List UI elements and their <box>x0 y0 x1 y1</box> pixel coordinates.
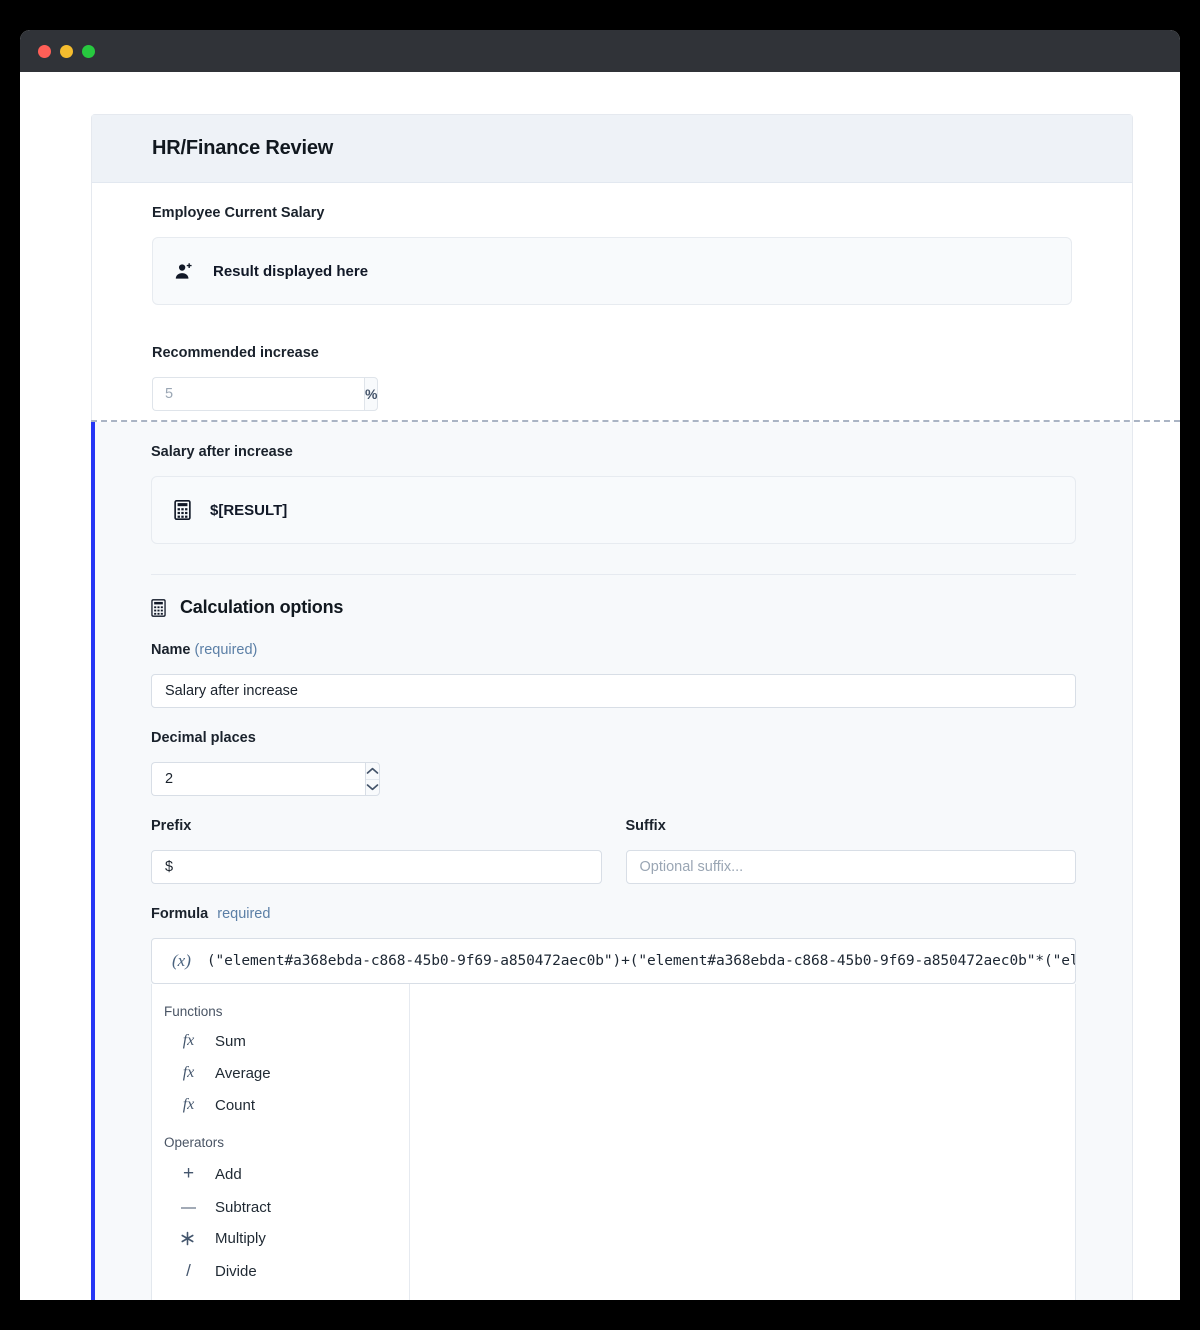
minus-icon: — <box>181 1199 196 1216</box>
recommended-increase-input[interactable] <box>152 377 364 411</box>
field-name-required-note: (required) <box>194 642 258 658</box>
calculation-options-divider <box>151 574 1076 575</box>
fx-paren-icon: (x) <box>172 951 191 970</box>
name-input[interactable] <box>151 674 1076 708</box>
window-minimize-button[interactable] <box>60 44 73 58</box>
field-recommended-increase: Recommended increase % <box>152 345 1072 411</box>
window-maximize-button[interactable] <box>82 44 95 58</box>
field-label-employee-salary: Employee Current Salary <box>152 205 325 221</box>
field-label-name-text: Name <box>151 642 191 658</box>
prefix-input[interactable] <box>151 850 602 884</box>
decimal-places-stepper <box>151 762 380 796</box>
page-title: HR/Finance Review <box>152 137 334 159</box>
calculator-icon <box>151 598 166 617</box>
suggestion-item-multiply[interactable]: Multiply <box>152 1223 409 1254</box>
decimal-places-stepper-buttons <box>365 762 380 796</box>
slash-icon: / <box>186 1261 191 1280</box>
field-employee-current-salary: Employee Current Salary Result displayed… <box>152 205 1072 305</box>
page-body: HR/Finance Review Employee Current Salar… <box>20 72 1180 1300</box>
suggestion-label: Count <box>215 1096 256 1114</box>
plus-icon: + <box>182 1163 195 1184</box>
field-label-formula-text: Formula <box>151 906 209 922</box>
field-label-recommended-increase: Recommended increase <box>152 345 319 361</box>
result-token: [RESULT] <box>218 501 288 519</box>
field-label-formula: Formula required <box>151 906 1076 922</box>
salary-after-increase-result-text: $[RESULT] <box>210 502 287 519</box>
formula-suggestions-preview-pane <box>410 984 1075 1300</box>
asterisk-icon <box>180 1231 197 1246</box>
fx-icon: fx <box>182 1064 195 1081</box>
suggestion-label: Sum <box>215 1032 246 1050</box>
app-window: HR/Finance Review Employee Current Salar… <box>20 30 1180 1300</box>
field-label-prefix: Prefix <box>151 818 192 834</box>
fx-icon: fx <box>182 1032 195 1049</box>
suffix-input[interactable] <box>625 850 1076 884</box>
field-formula: Formula required (x) ("element#a368ebda-… <box>151 906 1076 1300</box>
suggestion-label: Divide <box>215 1262 257 1280</box>
suggestion-item-sum[interactable]: fx Sum <box>152 1025 409 1057</box>
formula-input-value: ("element#a368ebda-c868-45b0-9f69-a85047… <box>206 953 1075 969</box>
chevron-up-icon[interactable] <box>366 763 379 779</box>
field-label-decimal-places: Decimal places <box>151 730 256 746</box>
percent-sign-addon: % <box>364 377 379 411</box>
field-prefix: Prefix <box>151 818 602 884</box>
form-card-header: HR/Finance Review <box>92 115 1132 183</box>
employee-salary-result-box: Result displayed here <box>152 237 1072 305</box>
field-formula-required-note: required <box>217 906 271 922</box>
suggestion-label: Subtract <box>215 1199 271 1216</box>
suggestion-group-heading-operators: Operators <box>164 1135 225 1150</box>
calculation-section: Salary after increase $[RESULT] Calculat… <box>95 422 1132 1300</box>
field-salary-after-increase: Salary after increase $[RESULT] <box>151 444 1076 544</box>
suggestion-item-subtract[interactable]: — Subtract <box>152 1192 409 1223</box>
calculation-options-header: Calculation options <box>151 597 1076 618</box>
suggestion-item-divide[interactable]: / Divide <box>152 1254 409 1288</box>
suggestion-item-add[interactable]: + Add <box>152 1156 409 1192</box>
formula-suggestions-list: Functions fx Sum fx Average fx Count Ope… <box>152 984 410 1300</box>
suggestion-group-gap <box>152 1121 409 1135</box>
suggestion-label: Multiply <box>215 1230 266 1247</box>
field-suffix: Suffix <box>625 818 1076 884</box>
calculation-options-title: Calculation options <box>180 597 344 617</box>
unselected-fields-section: Employee Current Salary Result displayed… <box>92 183 1132 445</box>
decimal-places-input[interactable] <box>151 762 365 796</box>
formula-suggestions-panel: Functions fx Sum fx Average fx Count Ope… <box>151 984 1076 1300</box>
prefix-suffix-row: Prefix Suffix <box>151 818 1076 884</box>
field-name: Name (required) <box>151 642 1076 708</box>
calculator-icon <box>174 500 191 520</box>
user-plus-icon <box>175 262 194 281</box>
suggestion-label: Average <box>215 1064 271 1082</box>
chevron-down-icon[interactable] <box>366 778 379 796</box>
form-card: HR/Finance Review Employee Current Salar… <box>91 114 1133 445</box>
field-label-salary-after-increase: Salary after increase <box>151 444 293 460</box>
suggestion-label: Add <box>215 1165 242 1183</box>
suggestion-item-average[interactable]: fx Average <box>152 1057 409 1089</box>
suggestion-group-heading-functions: Functions <box>164 1004 223 1019</box>
suggestion-group-gap <box>152 1288 409 1300</box>
field-decimal-places: Decimal places <box>151 730 1076 796</box>
recommended-increase-input-group: % <box>152 377 379 411</box>
salary-after-increase-result-box: $[RESULT] <box>151 476 1076 544</box>
window-titlebar <box>20 30 1180 72</box>
suggestion-item-count[interactable]: fx Count <box>152 1089 409 1121</box>
formula-input-box[interactable]: (x) ("element#a368ebda-c868-45b0-9f69-a8… <box>151 938 1076 984</box>
fx-icon: fx <box>182 1096 195 1113</box>
window-close-button[interactable] <box>38 44 51 58</box>
selected-element-region: Salary after increase $[RESULT] Calculat… <box>91 422 1133 1300</box>
employee-salary-result-text: Result displayed here <box>213 262 369 280</box>
field-label-suffix: Suffix <box>625 818 666 834</box>
field-label-name: Name (required) <box>151 642 1076 658</box>
